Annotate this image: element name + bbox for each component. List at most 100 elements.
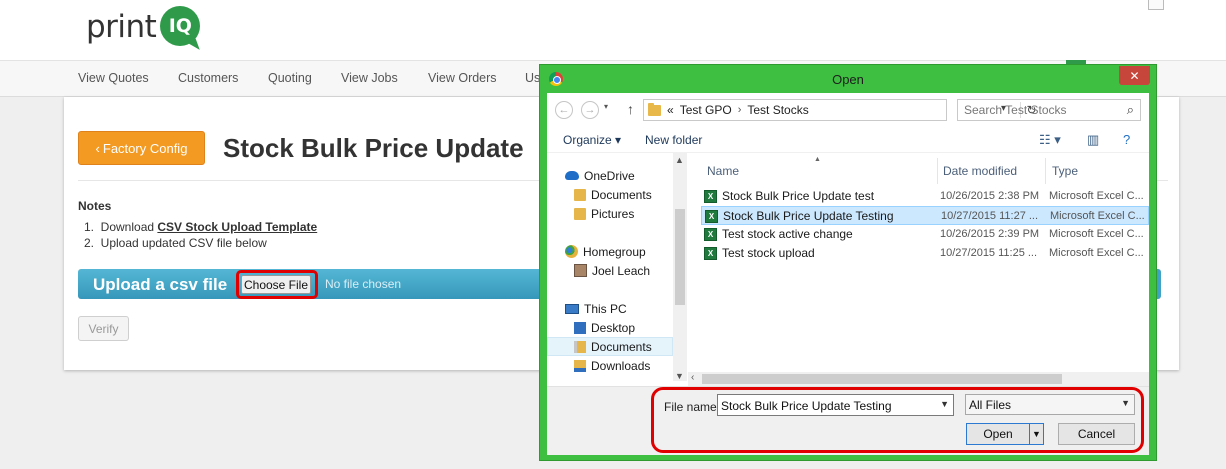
- arrow-right-icon: →: [584, 104, 596, 116]
- nav-scroll-thumb[interactable]: [675, 209, 685, 305]
- forward-button[interactable]: →: [581, 101, 599, 119]
- nav-onedrive[interactable]: OneDrive: [547, 166, 673, 185]
- dialog-toolbar: Organize ▾ New folder ☷ ▾ ▥ ?: [547, 127, 1149, 153]
- file-date: 10/26/2015 2:39 PM: [940, 228, 1040, 240]
- notes-heading: Notes: [78, 199, 112, 213]
- file-row-selected[interactable]: X Stock Bulk Price Update Testing 10/27/…: [701, 206, 1149, 225]
- nav-homegroup-label: Homegroup: [583, 244, 646, 259]
- folder-icon: [574, 188, 586, 201]
- nav-downloads-label: Downloads: [591, 358, 651, 373]
- view-options-icon[interactable]: ☷ ▾: [1039, 132, 1061, 148]
- column-separator[interactable]: [937, 158, 938, 184]
- dialog-titlebar[interactable]: Open ✕: [540, 65, 1156, 93]
- nav-this-pc-label: This PC: [584, 301, 627, 316]
- nav-scrollbar[interactable]: ▲: [673, 153, 687, 381]
- factory-config-button[interactable]: ‹ Factory Config: [78, 131, 205, 165]
- nav-pc-documents-label: Documents: [591, 339, 652, 354]
- file-row[interactable]: X Stock Bulk Price Update test 10/26/201…: [701, 187, 1149, 206]
- breadcrumb-test-gpo[interactable]: Test GPO: [680, 103, 732, 117]
- column-name[interactable]: Name: [707, 164, 739, 178]
- file-name: Test stock upload: [722, 246, 815, 260]
- search-input[interactable]: Search Test Stocks ⌕: [957, 99, 1141, 121]
- file-date: 10/27/2015 11:27 ...: [941, 210, 1039, 222]
- new-folder-button[interactable]: New folder: [645, 133, 702, 147]
- file-hscrollbar[interactable]: ▼ ‹: [675, 371, 1149, 386]
- column-date-modified[interactable]: Date modified: [943, 164, 1017, 178]
- nav-onedrive-pictures[interactable]: Pictures: [547, 204, 673, 223]
- nav-users[interactable]: Us: [525, 71, 540, 85]
- file-row[interactable]: X Test stock upload 10/27/2015 11:25 ...…: [701, 244, 1149, 263]
- nav-view-jobs[interactable]: View Jobs: [341, 71, 398, 85]
- hscroll-thumb[interactable]: [702, 374, 1062, 384]
- verify-button[interactable]: Verify: [78, 316, 129, 341]
- folder-icon: [648, 102, 661, 116]
- factory-config-label: Factory Config: [102, 140, 188, 156]
- address-row: ← → ▾ ↑ « Test GPO › Test Stocks ▾ ↻ Sea…: [547, 93, 1149, 127]
- search-icon: ⌕: [1126, 102, 1134, 117]
- note-item-1: 1. Download CSV Stock Upload Template: [84, 219, 317, 235]
- computer-icon: [565, 303, 579, 314]
- nav-view-quotes[interactable]: View Quotes: [78, 71, 149, 85]
- csv-template-link[interactable]: CSV Stock Upload Template: [157, 220, 317, 234]
- column-type[interactable]: Type: [1052, 164, 1078, 178]
- back-button[interactable]: ←: [555, 101, 573, 119]
- nav-onedrive-label: OneDrive: [584, 168, 635, 183]
- file-date: 10/26/2015 2:38 PM: [940, 190, 1040, 202]
- nav-quoting[interactable]: Quoting: [268, 71, 312, 85]
- nav-joel-leach[interactable]: Joel Leach: [547, 261, 673, 280]
- nav-customers[interactable]: Customers: [178, 71, 238, 85]
- excel-file-icon: X: [704, 190, 717, 203]
- file-date: 10/27/2015 11:25 ...: [940, 247, 1038, 259]
- broken-image-icon: [1148, 0, 1164, 10]
- search-placeholder: Search Test Stocks: [964, 103, 1067, 117]
- help-icon[interactable]: ?: [1123, 132, 1130, 147]
- breadcrumb-test-stocks[interactable]: Test Stocks: [747, 103, 808, 117]
- arrow-left-icon: ←: [558, 104, 570, 116]
- logo-text: print: [86, 9, 157, 45]
- notes-list: 1. Download CSV Stock Upload Template 2.…: [84, 219, 317, 251]
- excel-file-icon: X: [704, 228, 717, 241]
- file-name: Stock Bulk Price Update test: [722, 189, 875, 203]
- scroll-down-icon[interactable]: ▼: [675, 371, 684, 381]
- chevron-right-icon: ›: [737, 104, 742, 116]
- no-file-chosen-text: No file chosen: [325, 277, 402, 291]
- nav-desktop-label: Desktop: [591, 320, 636, 335]
- nav-joel-leach-label: Joel Leach: [592, 263, 651, 278]
- upload-label: Upload a csv file: [93, 275, 228, 294]
- homegroup-icon: [565, 245, 578, 258]
- documents-icon: [574, 340, 586, 353]
- recent-locations-icon[interactable]: ▾: [604, 102, 608, 111]
- printiq-logo[interactable]: print IQ: [86, 6, 201, 54]
- folder-icon: [574, 207, 586, 220]
- dialog-close-button[interactable]: ✕: [1119, 66, 1150, 85]
- nav-onedrive-documents[interactable]: Documents: [547, 185, 673, 204]
- nav-this-pc[interactable]: This PC: [547, 299, 673, 318]
- user-icon: [574, 264, 587, 277]
- nav-downloads[interactable]: Downloads: [547, 356, 673, 375]
- nav-desktop[interactable]: Desktop: [547, 318, 673, 337]
- up-folder-icon[interactable]: ↑: [627, 101, 634, 117]
- file-type: Microsoft Excel C...: [1049, 247, 1144, 259]
- column-separator[interactable]: [1045, 158, 1046, 184]
- scroll-left-icon[interactable]: ‹: [691, 372, 694, 383]
- close-icon: ✕: [1129, 68, 1140, 83]
- scroll-up-icon[interactable]: ▲: [675, 155, 684, 165]
- dialog-body: ← → ▾ ↑ « Test GPO › Test Stocks ▾ ↻ Sea…: [547, 93, 1149, 455]
- note-item-2: 2. Upload updated CSV file below: [84, 236, 267, 250]
- nav-view-orders[interactable]: View Orders: [428, 71, 497, 85]
- note-1-text: 1. Download: [84, 220, 158, 234]
- excel-file-icon: X: [705, 210, 718, 223]
- nav-homegroup[interactable]: Homegroup: [547, 242, 673, 261]
- dialog-title: Open: [832, 72, 864, 87]
- open-file-dialog: Open ✕ ← → ▾ ↑ « Test GPO › Test Stocks …: [539, 64, 1157, 461]
- nav-pc-documents[interactable]: Documents: [547, 337, 673, 356]
- address-bar[interactable]: « Test GPO › Test Stocks ▾ ↻: [643, 99, 1037, 121]
- file-name: Stock Bulk Price Update Testing: [723, 209, 894, 223]
- organize-menu[interactable]: Organize ▾: [563, 133, 621, 147]
- file-row[interactable]: X Test stock active change 10/26/2015 2:…: [701, 225, 1149, 244]
- excel-file-icon: X: [704, 247, 717, 260]
- file-type: Microsoft Excel C...: [1049, 190, 1144, 202]
- preview-pane-icon[interactable]: ▥: [1087, 132, 1099, 148]
- file-type: Microsoft Excel C...: [1049, 228, 1144, 240]
- breadcrumb-overflow[interactable]: «: [667, 103, 674, 117]
